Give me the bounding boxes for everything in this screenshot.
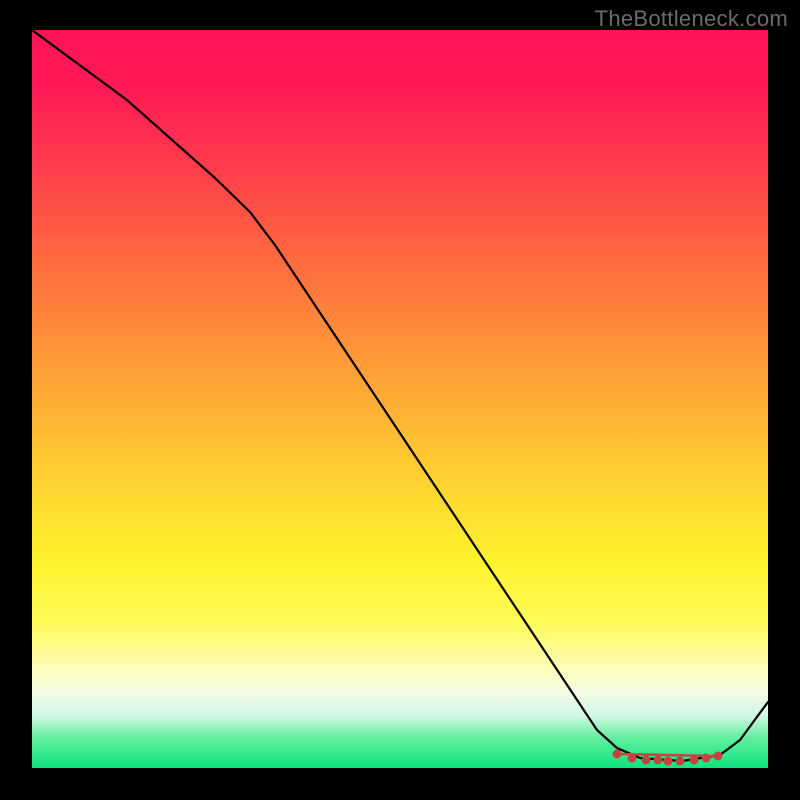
plot-area bbox=[32, 30, 768, 768]
valley-marker bbox=[613, 750, 622, 759]
valley-marker bbox=[654, 756, 663, 765]
valley-marker bbox=[714, 752, 723, 761]
bottleneck-curve bbox=[32, 30, 768, 761]
valley-markers bbox=[613, 750, 723, 766]
chart-frame: TheBottleneck.com bbox=[0, 0, 800, 800]
chart-overlay-svg bbox=[32, 30, 768, 768]
valley-marker bbox=[702, 754, 711, 763]
valley-marker bbox=[676, 757, 685, 766]
valley-marker bbox=[628, 754, 637, 763]
valley-marker bbox=[690, 756, 699, 765]
valley-marker bbox=[642, 756, 651, 765]
watermark-text: TheBottleneck.com bbox=[595, 6, 788, 32]
valley-marker bbox=[664, 757, 673, 766]
